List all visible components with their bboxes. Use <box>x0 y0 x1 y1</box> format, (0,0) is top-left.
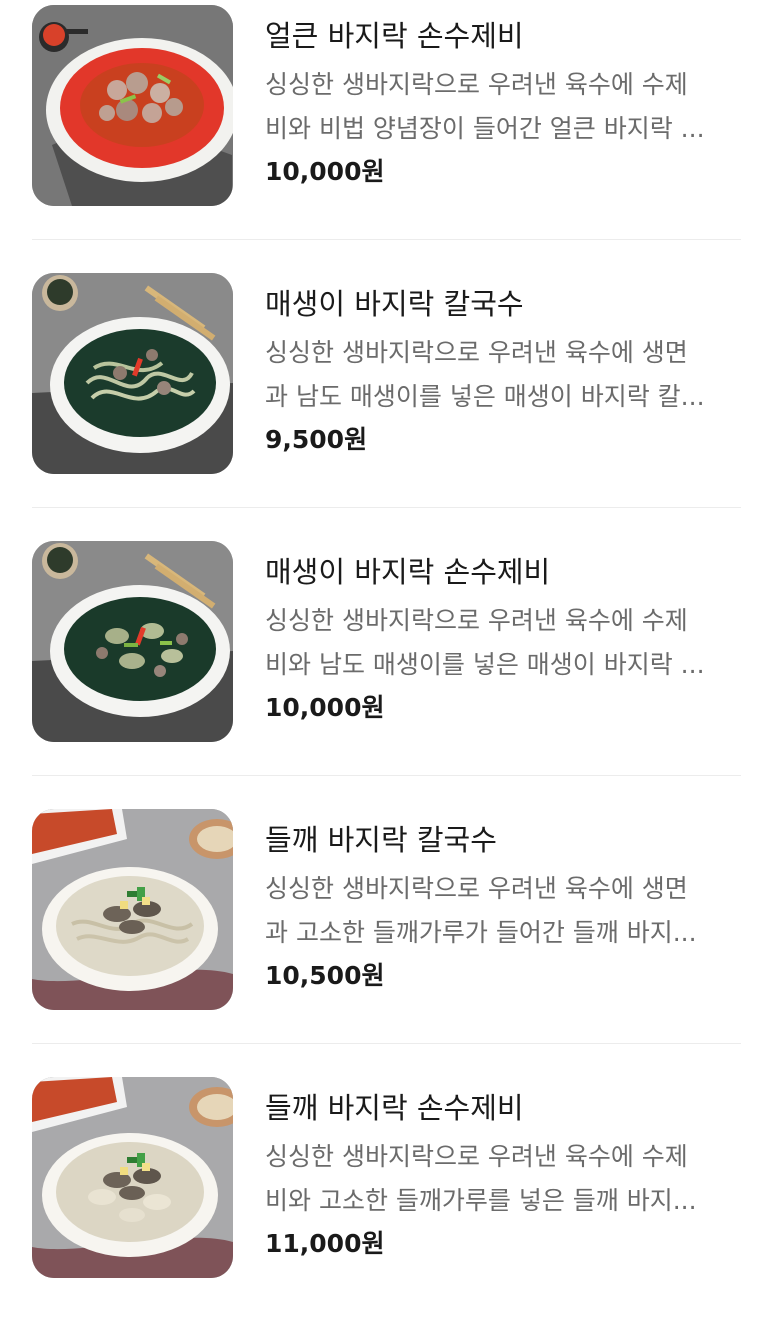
menu-description-line: 비와 남도 매생이를 넣은 매생이 바지락 ... <box>265 650 705 679</box>
menu-price: 10,500원 <box>265 961 385 990</box>
menu-name: 얼큰 바지락 손수제비 <box>265 19 524 53</box>
menu-info: 얼큰 바지락 손수제비 싱싱한 생바지락으로 우려낸 육수에 수제 비와 비법 … <box>265 14 745 190</box>
menu-name: 매생이 바지락 손수제비 <box>265 555 551 589</box>
menu-list: 얼큰 바지락 손수제비 싱싱한 생바지락으로 우려낸 육수에 수제 비와 비법 … <box>0 0 773 1291</box>
menu-price: 10,000원 <box>265 157 385 186</box>
menu-name: 들깨 바지락 손수제비 <box>265 1091 524 1125</box>
menu-item[interactable]: 들깨 바지락 손수제비 싱싱한 생바지락으로 우려낸 육수에 수제 비와 고소한… <box>0 1072 773 1340</box>
menu-description: 싱싱한 생바지락으로 우려낸 육수에 수제 비와 고소한 들깨가루를 넣은 들깨… <box>265 1135 745 1223</box>
divider <box>32 507 741 508</box>
menu-description: 싱싱한 생바지락으로 우려낸 육수에 생면 과 고소한 들깨가루가 들어간 들깨… <box>265 867 745 955</box>
menu-info: 들깨 바지락 칼국수 싱싱한 생바지락으로 우려낸 육수에 생면 과 고소한 들… <box>265 818 745 994</box>
food-photo[interactable] <box>32 809 233 1010</box>
menu-description-line: 싱싱한 생바지락으로 우려낸 육수에 생면 <box>265 874 688 903</box>
menu-item[interactable]: 얼큰 바지락 손수제비 싱싱한 생바지락으로 우려낸 육수에 수제 비와 비법 … <box>0 0 773 268</box>
menu-description: 싱싱한 생바지락으로 우려낸 육수에 수제 비와 남도 매생이를 넣은 매생이 … <box>265 599 745 687</box>
menu-description-line: 싱싱한 생바지락으로 우려낸 육수에 수제 <box>265 70 688 99</box>
menu-description-line: 싱싱한 생바지락으로 우려낸 육수에 생면 <box>265 338 688 367</box>
divider <box>32 1043 741 1044</box>
menu-price: 9,500원 <box>265 425 368 454</box>
menu-description-line: 비와 비법 양념장이 들어간 얼큰 바지락 ... <box>265 114 705 143</box>
menu-info: 매생이 바지락 칼국수 싱싱한 생바지락으로 우려낸 육수에 생면 과 남도 매… <box>265 282 745 458</box>
menu-item[interactable]: 들깨 바지락 칼국수 싱싱한 생바지락으로 우려낸 육수에 생면 과 고소한 들… <box>0 804 773 1072</box>
menu-name: 들깨 바지락 칼국수 <box>265 823 497 857</box>
menu-info: 들깨 바지락 손수제비 싱싱한 생바지락으로 우려낸 육수에 수제 비와 고소한… <box>265 1086 745 1262</box>
food-photo[interactable] <box>32 5 233 206</box>
menu-description-line: 과 남도 매생이를 넣은 매생이 바지락 칼... <box>265 382 705 411</box>
menu-description: 싱싱한 생바지락으로 우려낸 육수에 수제 비와 비법 양념장이 들어간 얼큰 … <box>265 63 745 151</box>
divider <box>32 239 741 240</box>
menu-description: 싱싱한 생바지락으로 우려낸 육수에 생면 과 남도 매생이를 넣은 매생이 바… <box>265 331 745 419</box>
divider <box>32 775 741 776</box>
menu-name: 매생이 바지락 칼국수 <box>265 287 524 321</box>
menu-description-line: 비와 고소한 들깨가루를 넣은 들깨 바지... <box>265 1186 697 1215</box>
menu-description-line: 싱싱한 생바지락으로 우려낸 육수에 수제 <box>265 1142 688 1171</box>
menu-item[interactable]: 매생이 바지락 칼국수 싱싱한 생바지락으로 우려낸 육수에 생면 과 남도 매… <box>0 268 773 536</box>
menu-description-line: 싱싱한 생바지락으로 우려낸 육수에 수제 <box>265 606 688 635</box>
menu-price: 10,000원 <box>265 693 385 722</box>
menu-info: 매생이 바지락 손수제비 싱싱한 생바지락으로 우려낸 육수에 수제 비와 남도… <box>265 550 745 726</box>
menu-description-line: 과 고소한 들깨가루가 들어간 들깨 바지... <box>265 918 697 947</box>
menu-item[interactable]: 매생이 바지락 손수제비 싱싱한 생바지락으로 우려낸 육수에 수제 비와 남도… <box>0 536 773 804</box>
menu-price: 11,000원 <box>265 1229 385 1258</box>
food-photo[interactable] <box>32 1077 233 1278</box>
food-photo[interactable] <box>32 541 233 742</box>
food-photo[interactable] <box>32 273 233 474</box>
